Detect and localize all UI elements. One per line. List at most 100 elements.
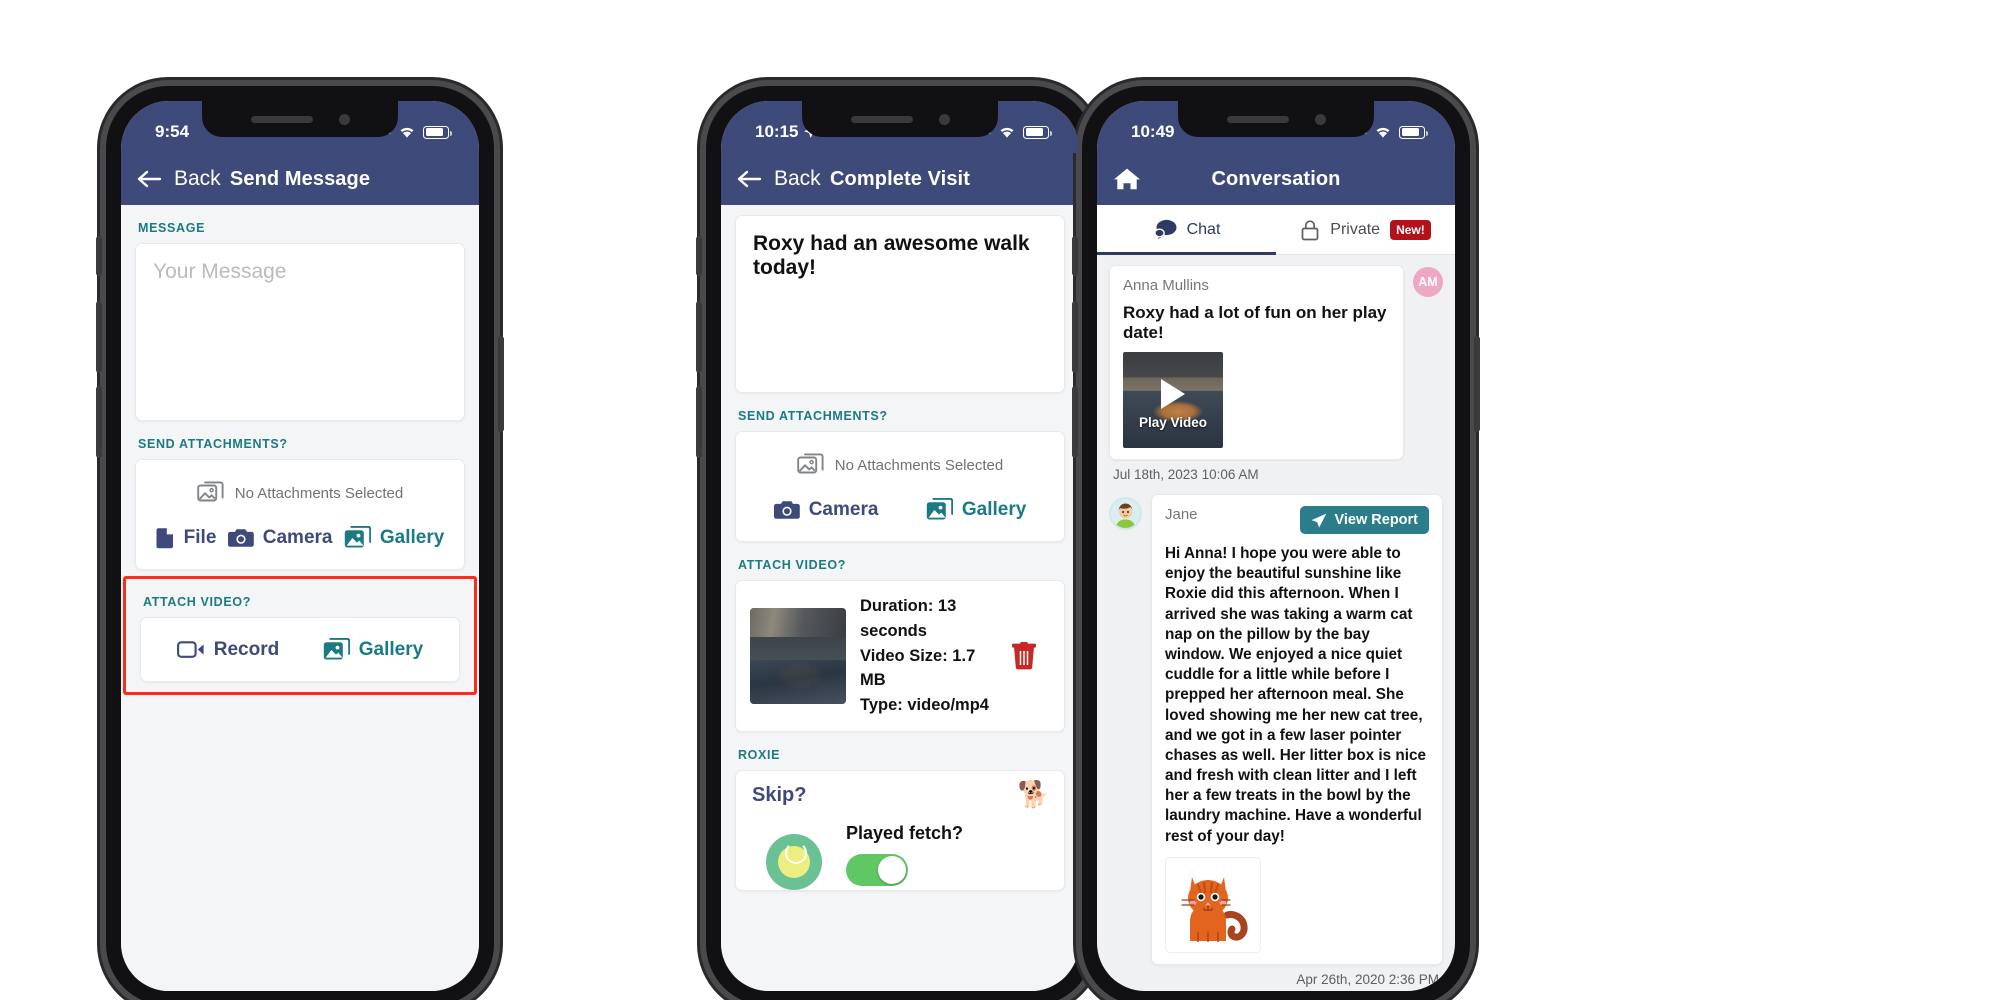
avatar: AM xyxy=(1413,267,1443,297)
status-time: 10:49 xyxy=(1131,122,1175,141)
status-time: 9:54 xyxy=(155,122,190,141)
message-author: Jane xyxy=(1165,506,1198,523)
earpiece-speaker xyxy=(850,115,913,123)
gallery-icon xyxy=(323,638,350,660)
message-placeholder: Your Message xyxy=(153,260,287,283)
attachments-card: No Attachments Selected File Camera Gall… xyxy=(135,459,465,570)
attachments-actions: File Camera Gallery xyxy=(136,522,464,569)
mute-switch[interactable] xyxy=(96,236,102,276)
back-button[interactable]: Back xyxy=(137,167,221,191)
video-thumbnail[interactable] xyxy=(750,607,846,704)
image-placeholder-icon xyxy=(197,481,224,502)
volume-down-button[interactable] xyxy=(1072,386,1078,458)
mute-switch[interactable] xyxy=(696,236,702,276)
camera-label: Camera xyxy=(262,526,333,548)
attachments-status: No Attachments Selected xyxy=(136,460,464,522)
tab-chat-label: Chat xyxy=(1186,220,1221,238)
volume-up-button[interactable] xyxy=(96,301,102,373)
camera-icon xyxy=(773,500,800,519)
phone-screen: 9:54 Back Send Message MESSAGE Your Mess… xyxy=(121,101,479,991)
gallery-attach-button[interactable]: Gallery xyxy=(926,498,1026,521)
mute-switch[interactable] xyxy=(1072,236,1078,276)
camera-attach-button[interactable]: Camera xyxy=(227,526,333,549)
camera-label: Camera xyxy=(808,498,879,520)
file-attach-button[interactable]: File xyxy=(156,527,216,549)
notch xyxy=(802,101,998,137)
battery-icon xyxy=(1023,125,1052,139)
message-author: Anna Mullins xyxy=(1123,277,1209,294)
attachments-status-text: No Attachments Selected xyxy=(834,456,1004,474)
gallery-label: Gallery xyxy=(379,526,445,548)
message-timestamp: Apr 26th, 2020 2:36 PM xyxy=(1296,971,1439,987)
earpiece-speaker xyxy=(1226,115,1289,123)
volume-down-button[interactable] xyxy=(696,386,702,458)
power-button[interactable] xyxy=(1474,336,1480,432)
wifi-icon xyxy=(400,127,414,138)
gallery-attach-button[interactable]: Gallery xyxy=(344,526,444,549)
message-input[interactable]: Your Message xyxy=(135,243,465,421)
delete-video-button[interactable] xyxy=(1012,641,1050,670)
video-actions: Record Gallery xyxy=(141,618,459,681)
screenshot-stage: 9:54 Back Send Message MESSAGE Your Mess… xyxy=(0,0,2000,1000)
message-header: Jane View Report xyxy=(1165,506,1429,534)
video-section-label: ATTACH VIDEO? xyxy=(738,558,846,572)
power-button[interactable] xyxy=(498,336,504,432)
message-body: Hi Anna! I hope you were able to enjoy t… xyxy=(1165,545,1427,845)
battery-icon xyxy=(423,125,452,139)
phone-complete-visit: 10:15 Back Complete Visit Roxy had an aw… xyxy=(696,86,1104,1000)
phone-conversation: 10:49 Conversation Chat Private New! Ann… xyxy=(1072,86,1480,1000)
home-icon xyxy=(1114,168,1140,190)
front-camera xyxy=(338,113,350,125)
dog-icon: 🐕 xyxy=(1017,778,1050,809)
message-bubble: Anna Mullins Roxy had a lot of fun on he… xyxy=(1109,265,1404,460)
volume-down-button[interactable] xyxy=(96,386,102,458)
fetch-task-toggle[interactable] xyxy=(846,853,908,886)
phone-screen: 10:15 Back Complete Visit Roxy had an aw… xyxy=(721,101,1079,991)
video-card: Record Gallery xyxy=(140,617,460,682)
message-image[interactable] xyxy=(1165,856,1261,953)
tab-private-label: Private xyxy=(1330,220,1381,238)
message-title: Roxy had a lot of fun on her play date! xyxy=(1123,303,1387,342)
message-input[interactable]: Roxy had an awesome walk today! xyxy=(735,215,1065,393)
nav-bar: Conversation xyxy=(1097,153,1455,205)
video-gallery-button[interactable]: Gallery xyxy=(323,638,423,661)
battery-icon xyxy=(1399,125,1428,139)
fetch-task-row: Played fetch? xyxy=(752,807,1048,890)
video-meta: Duration: 13 seconds Video Size: 1.7 MB … xyxy=(860,594,998,718)
page-content: MESSAGE Your Message SEND ATTACHMENTS? N… xyxy=(121,205,479,991)
attachments-status-text: No Attachments Selected xyxy=(234,484,404,502)
tab-chat[interactable]: Chat xyxy=(1097,205,1276,255)
fetch-task: Played fetch? xyxy=(846,823,963,890)
volume-up-button[interactable] xyxy=(696,301,702,373)
record-video-button[interactable]: Record xyxy=(176,639,279,661)
attachments-status: No Attachments Selected xyxy=(736,432,1064,494)
message-item: Anna Mullins Roxy had a lot of fun on he… xyxy=(1109,265,1443,460)
status-left: 10:49 xyxy=(1131,112,1174,142)
message-value: Roxy had an awesome walk today! xyxy=(753,232,1030,279)
front-camera xyxy=(1314,113,1326,125)
status-left: 9:54 xyxy=(155,112,189,142)
attachments-card: No Attachments Selected Camera Gallery xyxy=(735,431,1065,542)
camera-attach-button[interactable]: Camera xyxy=(773,498,879,521)
lock-icon xyxy=(1301,219,1319,240)
video-size: Video Size: 1.7 MB xyxy=(860,646,976,690)
play-video-label: Play Video xyxy=(1138,415,1208,431)
status-time: 10:15 xyxy=(755,122,799,141)
pet-card: Skip? 🐕 Played fetch? xyxy=(735,769,1065,891)
home-button[interactable] xyxy=(1113,167,1141,191)
gallery-icon xyxy=(926,498,953,520)
fetch-task-label: Played fetch? xyxy=(846,822,964,843)
notch xyxy=(1178,101,1374,137)
attach-video-highlight: ATTACH VIDEO? Record Gallery xyxy=(123,576,477,695)
view-report-button[interactable]: View Report xyxy=(1300,506,1429,534)
skip-button[interactable]: Skip? xyxy=(752,784,1048,807)
image-placeholder-icon xyxy=(797,453,824,474)
tab-private[interactable]: Private New! xyxy=(1276,205,1455,254)
gallery-label: Gallery xyxy=(961,498,1027,520)
message-section-label: MESSAGE xyxy=(138,221,206,235)
play-video-thumbnail[interactable]: Play Video xyxy=(1123,352,1223,448)
notch xyxy=(202,101,398,137)
orange-cat-illustration xyxy=(1181,876,1248,942)
volume-up-button[interactable] xyxy=(1072,301,1078,373)
back-button[interactable]: Back xyxy=(737,167,821,191)
